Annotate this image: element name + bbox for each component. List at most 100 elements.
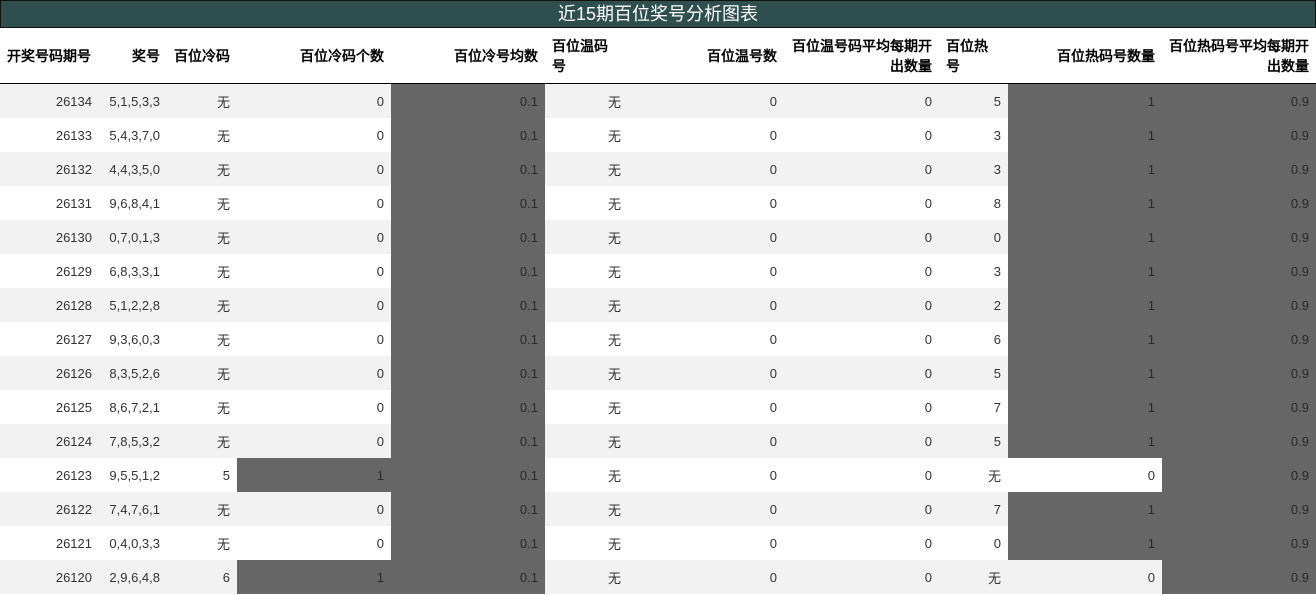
hot-code-cell: 2: [939, 288, 1008, 322]
cold-avg-cell: 0.1: [391, 254, 545, 288]
cold-code-cell: 无: [167, 526, 237, 560]
cold-avg-cell: 0.1: [391, 322, 545, 356]
hot-count-cell: 1: [1008, 186, 1162, 220]
cold-code-cell: 无: [167, 254, 237, 288]
hot-avg-cell: 0.9: [1162, 288, 1316, 322]
table-row: 26131 9,6,8,4,1 无 0 0.1 无 0 0 8 1 0.9: [0, 186, 1316, 220]
table-row: 26122 7,4,7,6,1 无 0 0.1 无 0 0 7 1 0.9: [0, 492, 1316, 526]
hot-count-cell: 1: [1008, 220, 1162, 254]
cold-code-cell: 6: [167, 560, 237, 594]
issue-cell: 26133: [0, 118, 99, 152]
numbers-cell: 4,4,3,5,0: [99, 152, 167, 186]
warm-count-cell: 0: [628, 356, 784, 390]
cold-avg-cell: 0.1: [391, 492, 545, 526]
issue-cell: 26122: [0, 492, 99, 526]
hot-avg-cell: 0.9: [1162, 254, 1316, 288]
hot-count-cell: 1: [1008, 288, 1162, 322]
hot-avg-cell: 0.9: [1162, 390, 1316, 424]
warm-count-cell: 0: [628, 322, 784, 356]
cold-code-cell: 无: [167, 152, 237, 186]
hot-avg-cell: 0.9: [1162, 458, 1316, 492]
warm-avg-cell: 0: [784, 526, 939, 560]
warm-code-cell: 无: [545, 152, 628, 186]
hot-count-cell: 1: [1008, 356, 1162, 390]
col-header-hot-count: 百位热码号数量: [1008, 28, 1162, 84]
warm-avg-cell: 0: [784, 424, 939, 458]
hot-code-cell: 5: [939, 356, 1008, 390]
table-row: 26123 9,5,5,1,2 5 1 0.1 无 0 0 无 0 0.9: [0, 458, 1316, 492]
col-header-warm-count: 百位温号数: [628, 28, 784, 84]
warm-code-cell: 无: [545, 288, 628, 322]
cold-code-cell: 无: [167, 220, 237, 254]
hot-count-cell: 1: [1008, 322, 1162, 356]
warm-avg-cell: 0: [784, 186, 939, 220]
cold-count-cell: 0: [237, 424, 391, 458]
cold-count-cell: 0: [237, 83, 391, 118]
hot-count-cell: 1: [1008, 390, 1162, 424]
hot-avg-cell: 0.9: [1162, 356, 1316, 390]
hot-code-cell: 3: [939, 152, 1008, 186]
warm-avg-cell: 0: [784, 220, 939, 254]
cold-code-cell: 无: [167, 322, 237, 356]
numbers-cell: 9,5,5,1,2: [99, 458, 167, 492]
warm-avg-cell: 0: [784, 356, 939, 390]
cold-count-cell: 0: [237, 186, 391, 220]
warm-avg-cell: 0: [784, 254, 939, 288]
hot-code-cell: 0: [939, 526, 1008, 560]
warm-count-cell: 0: [628, 424, 784, 458]
table-row: 26134 5,1,5,3,3 无 0 0.1 无 0 0 5 1 0.9: [0, 83, 1316, 118]
warm-count-cell: 0: [628, 390, 784, 424]
cold-avg-cell: 0.1: [391, 356, 545, 390]
table-row: 26130 0,7,0,1,3 无 0 0.1 无 0 0 0 1 0.9: [0, 220, 1316, 254]
hot-count-cell: 1: [1008, 492, 1162, 526]
warm-code-cell: 无: [545, 424, 628, 458]
col-header-cold-code: 百位冷码: [167, 28, 237, 84]
col-header-hot-code: 百位热号: [939, 28, 1008, 84]
hot-avg-cell: 0.9: [1162, 424, 1316, 458]
warm-count-cell: 0: [628, 152, 784, 186]
cold-code-cell: 无: [167, 118, 237, 152]
warm-avg-cell: 0: [784, 322, 939, 356]
hot-code-cell: 5: [939, 83, 1008, 118]
warm-avg-cell: 0: [784, 492, 939, 526]
hot-count-cell: 1: [1008, 254, 1162, 288]
hot-count-cell: 1: [1008, 526, 1162, 560]
hot-avg-cell: 0.9: [1162, 220, 1316, 254]
issue-cell: 26120: [0, 560, 99, 594]
hot-code-cell: 3: [939, 118, 1008, 152]
warm-avg-cell: 0: [784, 458, 939, 492]
table-row: 26127 9,3,6,0,3 无 0 0.1 无 0 0 6 1 0.9: [0, 322, 1316, 356]
cold-avg-cell: 0.1: [391, 118, 545, 152]
hot-code-cell: 7: [939, 390, 1008, 424]
warm-code-cell: 无: [545, 356, 628, 390]
warm-count-cell: 0: [628, 526, 784, 560]
numbers-cell: 0,7,0,1,3: [99, 220, 167, 254]
numbers-cell: 2,9,6,4,8: [99, 560, 167, 594]
numbers-cell: 7,8,5,3,2: [99, 424, 167, 458]
cold-avg-cell: 0.1: [391, 424, 545, 458]
cold-code-cell: 5: [167, 458, 237, 492]
hot-code-cell: 3: [939, 254, 1008, 288]
cold-avg-cell: 0.1: [391, 390, 545, 424]
cold-count-cell: 0: [237, 288, 391, 322]
issue-cell: 26127: [0, 322, 99, 356]
numbers-cell: 9,3,6,0,3: [99, 322, 167, 356]
hot-count-cell: 1: [1008, 83, 1162, 118]
cold-count-cell: 0: [237, 254, 391, 288]
warm-count-cell: 0: [628, 186, 784, 220]
table-row: 26124 7,8,5,3,2 无 0 0.1 无 0 0 5 1 0.9: [0, 424, 1316, 458]
warm-code-cell: 无: [545, 254, 628, 288]
cold-count-cell: 1: [237, 560, 391, 594]
col-header-hot-avg: 百位热码号平均每期开出数量: [1162, 28, 1316, 84]
cold-code-cell: 无: [167, 390, 237, 424]
hot-avg-cell: 0.9: [1162, 152, 1316, 186]
hot-code-cell: 7: [939, 492, 1008, 526]
issue-cell: 26130: [0, 220, 99, 254]
issue-cell: 26134: [0, 83, 99, 118]
issue-cell: 26129: [0, 254, 99, 288]
cold-avg-cell: 0.1: [391, 458, 545, 492]
warm-count-cell: 0: [628, 492, 784, 526]
warm-code-cell: 无: [545, 458, 628, 492]
analysis-table: 开奖号码期号 奖号 百位冷码 百位冷码个数 百位冷号均数 百位温码号 百位温号数…: [0, 28, 1316, 594]
warm-code-cell: 无: [545, 118, 628, 152]
